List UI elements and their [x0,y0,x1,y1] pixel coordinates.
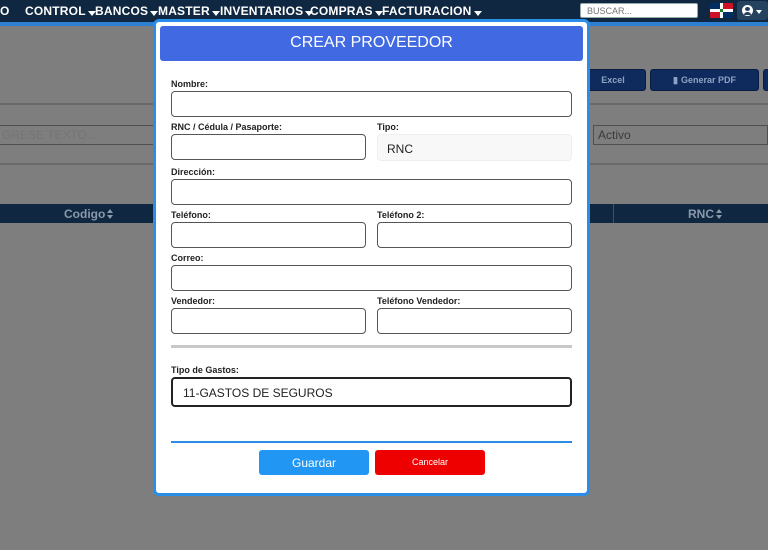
nav-item-control[interactable]: CONTROL [25,4,96,18]
rnc-input[interactable] [171,134,366,160]
filter-search-input[interactable] [0,125,157,145]
tipo-label: Tipo: [377,122,399,132]
nav-item-inventarios[interactable]: INVENTARIOS [220,4,314,18]
column-header-rnc[interactable]: RNC [688,207,723,221]
vendedor-input[interactable] [171,308,366,334]
global-search-input[interactable] [580,3,698,18]
caret-down-icon [150,11,159,16]
nav-item-bancos[interactable]: BANCOS [95,4,159,18]
nav-item-truncated[interactable]: O [0,4,10,18]
caret-down-icon [211,11,220,16]
nav-item-compras[interactable]: COMPRAS [310,4,383,18]
nav-inventarios-label: INVENTARIOS [220,4,304,18]
nav-bancos-label: BANCOS [95,4,149,18]
tipo-select[interactable]: RNC [377,134,572,161]
rnc-label: RNC / Cédula / Pasaporte: [171,122,283,132]
direccion-input[interactable] [171,179,572,205]
pdf-icon: ▮ [673,74,678,85]
nombre-label: Nombre: [171,79,209,89]
telefono2-label: Teléfono 2: [377,210,425,220]
pdf-button-label: Generar PDF [680,75,736,85]
status-select[interactable]: Activo [593,125,768,145]
caret-down-icon [756,10,762,14]
caret-down-icon [473,11,482,16]
generate-pdf-button[interactable]: ▮ Generar PDF [650,69,759,91]
telefono-label: Teléfono: [171,210,211,220]
modal-title: CREAR PROVEEDOR [160,26,583,61]
nav-control-label: CONTROL [25,4,86,18]
telefono-input[interactable] [171,222,366,248]
telefono-vendedor-label: Teléfono Vendedor: [377,296,461,306]
telefono-vendedor-input[interactable] [377,308,572,334]
cancel-button[interactable]: Cancelar [375,450,485,475]
direccion-label: Dirección: [171,167,216,177]
nav-facturacion-label: FACTURACION [382,4,472,18]
status-select-value: Activo [598,128,631,142]
flag-icon[interactable] [710,3,733,18]
excel-button-label: Excel [601,75,625,85]
save-button[interactable]: Guardar [259,450,369,475]
tipo-gastos-label: Tipo de Gastos: [171,365,239,375]
correo-input[interactable] [171,265,572,291]
nombre-input[interactable] [171,91,572,117]
nav-compras-label: COMPRAS [310,4,373,18]
tipo-select-value: RNC [387,142,413,156]
vendedor-label: Vendedor: [171,296,216,306]
user-icon [742,5,753,16]
correo-label: Correo: [171,253,204,263]
codigo-header-label: Codigo [64,207,106,221]
section-divider [171,345,572,348]
extra-action-button[interactable] [763,69,768,91]
user-menu-button[interactable] [737,1,768,20]
telefono2-input[interactable] [377,222,572,248]
sort-icon [716,209,723,219]
rnc-header-label: RNC [688,207,714,221]
nav-item-master[interactable]: MASTER [158,4,220,18]
column-separator [613,204,614,223]
footer-divider [171,441,572,443]
nav-master-label: MASTER [158,4,210,18]
tipo-gastos-value: 11-GASTOS DE SEGUROS [183,386,333,400]
sort-icon [107,209,114,219]
nav-item-facturacion[interactable]: FACTURACION [382,4,482,18]
tipo-gastos-select[interactable]: 11-GASTOS DE SEGUROS [171,377,572,407]
column-header-codigo[interactable]: Codigo [64,207,114,221]
